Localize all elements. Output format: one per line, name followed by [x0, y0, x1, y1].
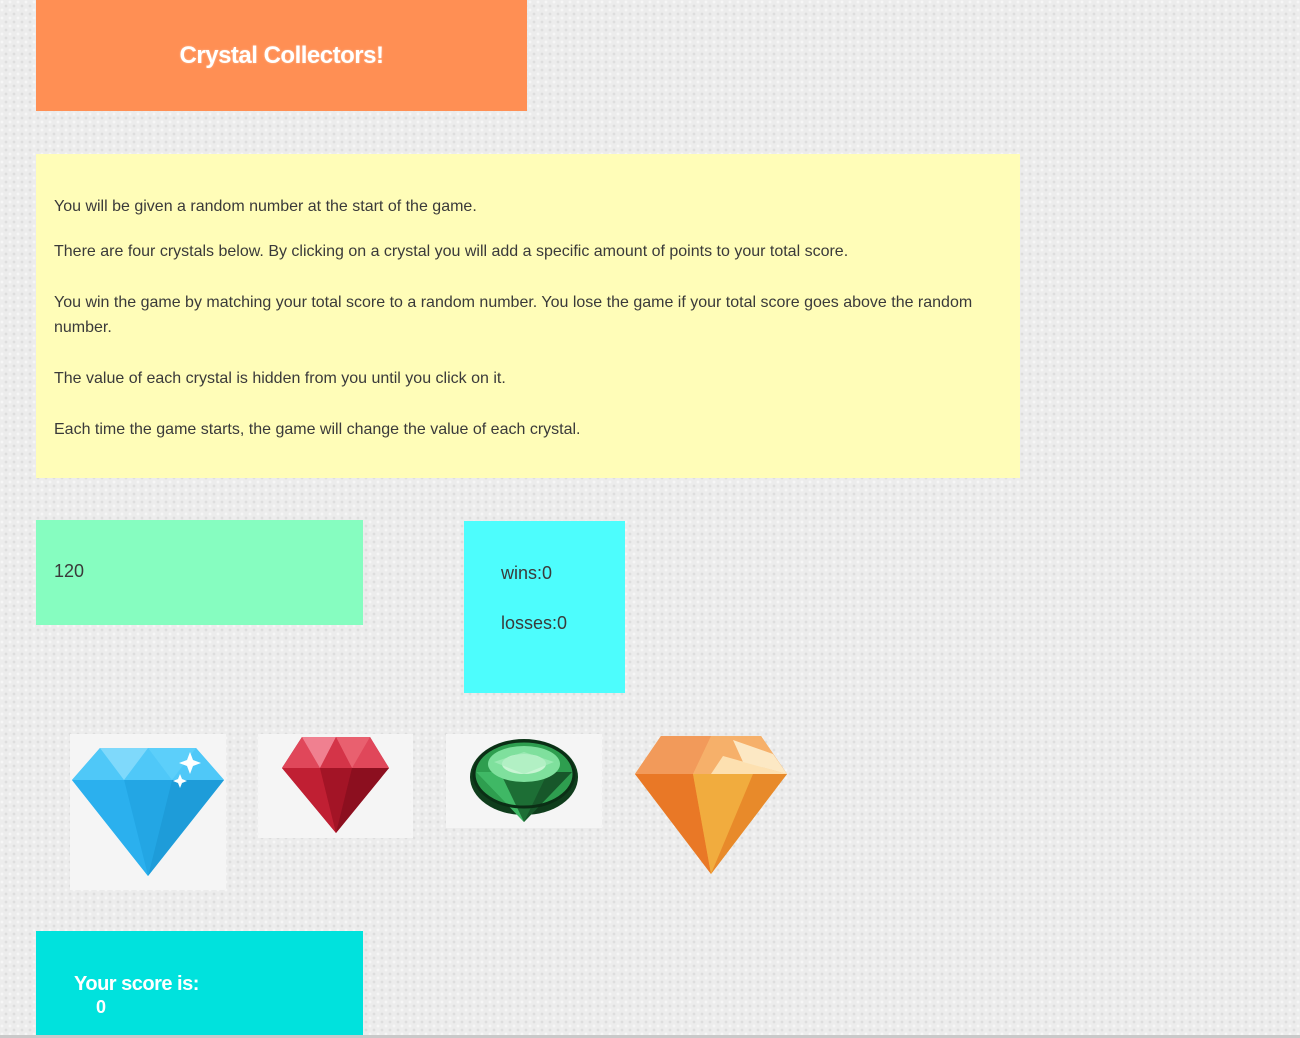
wins-count: wins:0	[501, 563, 553, 583]
instruction-line: You will be given a random number at the…	[54, 198, 477, 215]
crystal-button-green[interactable]	[446, 734, 602, 828]
target-number-box: 120	[36, 520, 363, 625]
blue-diamond-icon	[72, 748, 224, 876]
red-ruby-icon	[282, 737, 389, 833]
stats-box: wins:0 losses:0	[464, 521, 625, 693]
instruction-line: There are four crystals below. By clicki…	[54, 243, 849, 260]
orange-topaz-icon	[635, 736, 787, 874]
game-header: Crystal Collectors!	[36, 0, 527, 111]
game-title: Crystal Collectors!	[179, 41, 384, 69]
score-box: Your score is: 0	[36, 931, 363, 1038]
instruction-line: Each time the game starts, the game will…	[54, 421, 581, 438]
crystal-button-blue[interactable]	[70, 734, 226, 890]
instructions-panel: You will be given a random number at the…	[36, 154, 1020, 478]
green-emerald-icon	[470, 739, 578, 822]
crystal-button-red[interactable]	[258, 734, 413, 838]
instruction-line: The value of each crystal is hidden from…	[54, 370, 506, 387]
losses-count: losses:0	[501, 613, 568, 633]
target-number: 120	[54, 561, 85, 581]
score-label: Your score is:	[74, 973, 199, 995]
score-value: 0	[96, 997, 106, 1017]
instruction-line: You win the game by matching your total …	[54, 294, 973, 336]
crystal-button-orange[interactable]	[633, 734, 789, 876]
